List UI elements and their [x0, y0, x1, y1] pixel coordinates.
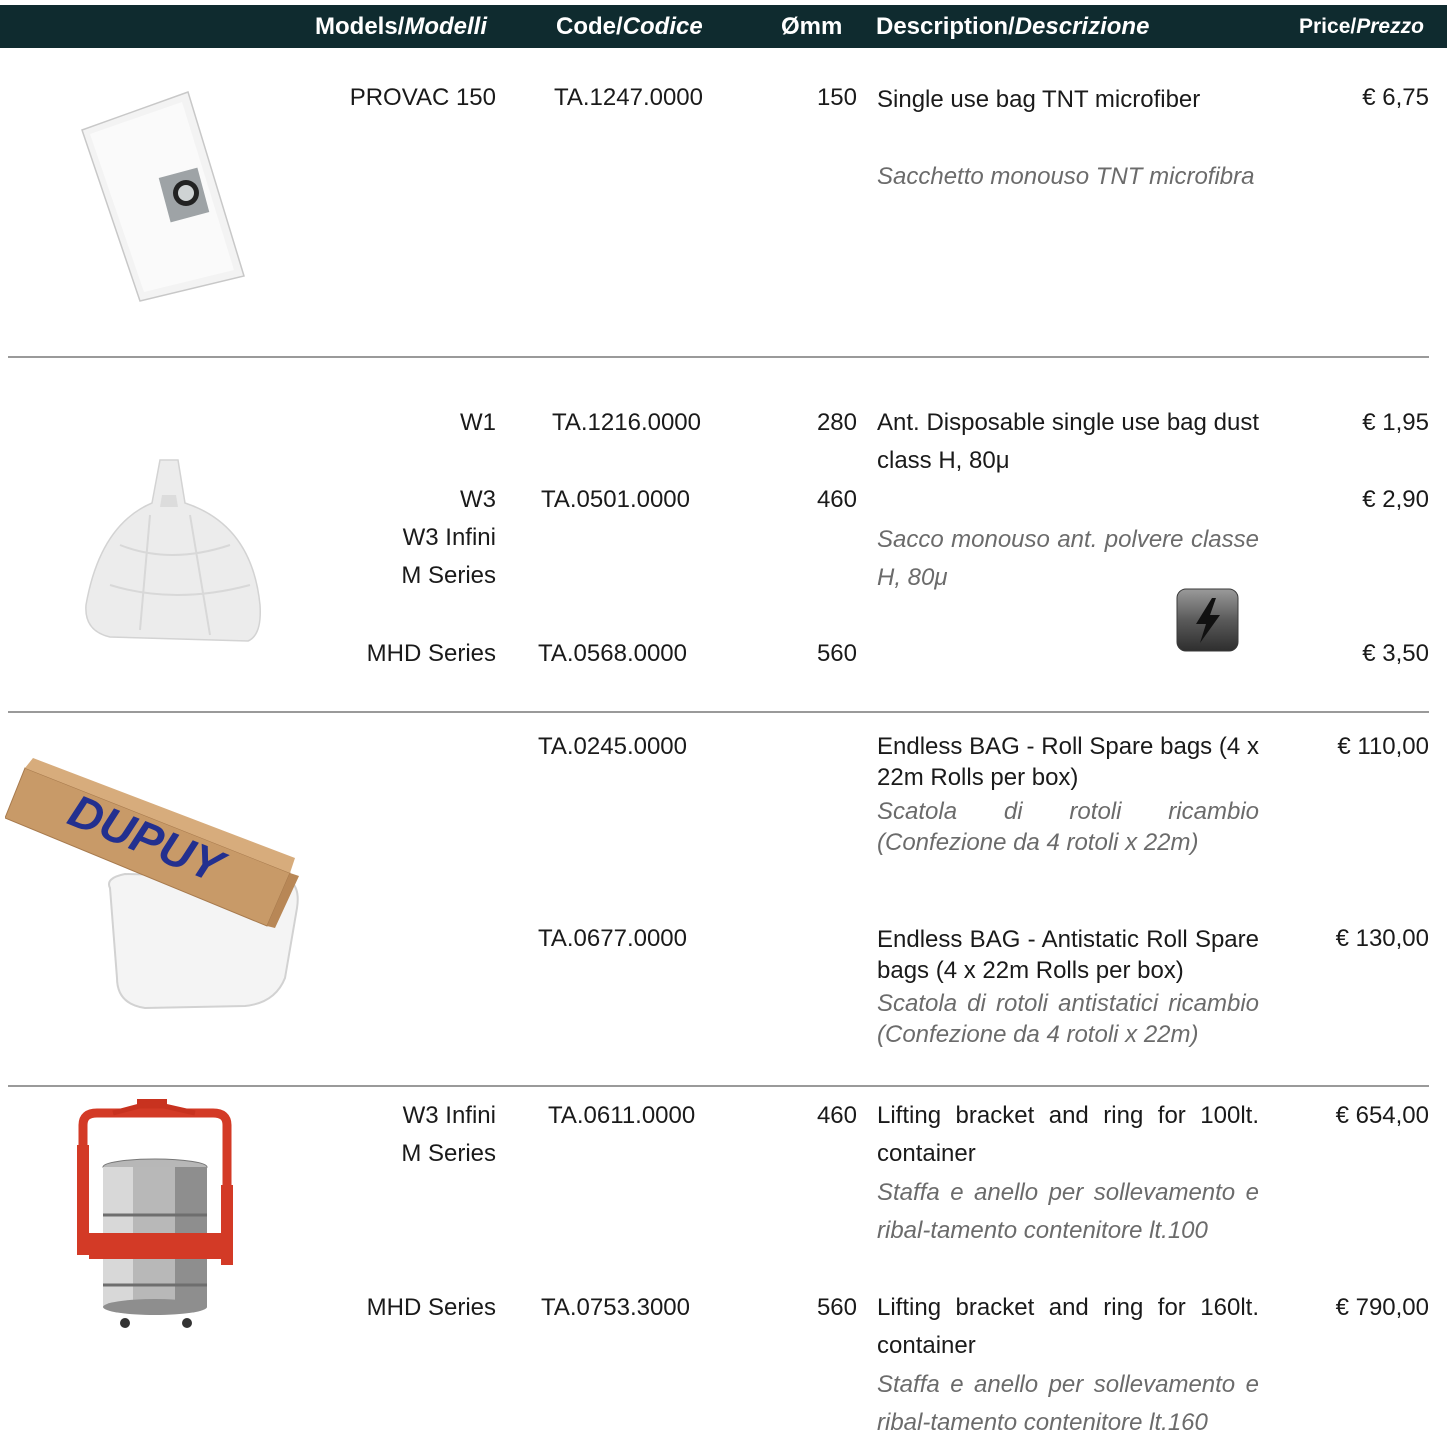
description-it: Sacchetto monouso TNT microfibra [877, 163, 1255, 190]
description-it: Scatola di rotoli antistatici ricambio (… [877, 990, 1259, 1048]
model-name: W3 [460, 486, 496, 513]
diameter: 460 [816, 1102, 857, 1129]
header-code: Code/Codice [556, 13, 703, 40]
lifting-bracket-image [77, 1099, 233, 1328]
product-code: TA.0568.0000 [538, 640, 688, 667]
description-en: Ant. Disposable single use bag dust clas… [877, 409, 1259, 474]
price: € 3,50 [1362, 640, 1429, 667]
price: € 1,95 [1362, 409, 1429, 436]
description-it: Scatola di rotoli ricambio (Confezione d… [877, 798, 1259, 856]
diameter: 560 [816, 640, 857, 667]
model-name: MHD Series [366, 1294, 496, 1321]
model-name: PROVAC 150 [349, 84, 496, 111]
row-separator [8, 1085, 1429, 1087]
price: € 110,00 [1337, 733, 1429, 760]
product-code: TA.0753.3000 [541, 1294, 691, 1321]
diameter: 460 [816, 486, 857, 513]
header-models: Models/Modelli [315, 13, 488, 40]
product-code: TA.1216.0000 [552, 409, 702, 436]
table-header: Models/Modelli Code/Codice Ømm Descripti… [0, 5, 1447, 48]
product-code: TA.1247.0000 [554, 84, 704, 111]
header-diameter: Ømm [781, 13, 843, 40]
model-name: W3 Infini [402, 1102, 496, 1129]
product-code: TA.0501.0000 [541, 486, 691, 513]
row-separator [8, 356, 1429, 358]
plastic-bag-image [85, 459, 261, 642]
model-name: MHD Series [366, 640, 496, 667]
tnt-bag-image [81, 91, 245, 302]
row-separator [8, 711, 1429, 713]
description-en: Lifting bracket and ring for 160lt. cont… [877, 1294, 1259, 1359]
model-name: M Series [401, 1140, 496, 1167]
price: € 654,00 [1335, 1102, 1429, 1129]
description-en: Lifting bracket and ring for 100lt. cont… [877, 1102, 1259, 1167]
price: € 2,90 [1362, 486, 1429, 513]
product-code: TA.0611.0000 [548, 1102, 696, 1129]
description-en: Single use bag TNT microfiber [877, 86, 1201, 113]
description-it: Staffa e anello per sollevamento e ribal… [877, 1179, 1259, 1244]
model-name: W3 Infini [402, 524, 496, 551]
description-en: Endless BAG - Antistatic Roll Spare bags… [877, 926, 1259, 984]
header-price: Price/Prezzo [1299, 15, 1424, 38]
product-code: TA.0245.0000 [538, 733, 688, 760]
price: € 130,00 [1335, 925, 1429, 952]
price: € 790,00 [1335, 1294, 1429, 1321]
model-name: W1 [460, 409, 496, 436]
diameter: 280 [816, 409, 857, 436]
model-name: M Series [401, 562, 496, 589]
description-it: Sacco monouso ant. polvere classe H, 80μ [877, 526, 1259, 591]
header-description: Description/Descrizione [876, 13, 1150, 40]
lightning-icon [1176, 588, 1239, 652]
product-code: TA.0677.0000 [538, 925, 688, 952]
diameter: 150 [816, 84, 857, 111]
description-it: Staffa e anello per sollevamento e ribal… [877, 1371, 1259, 1436]
endless-bag-box-image: DUPUY [5, 758, 299, 1010]
diameter: 560 [816, 1294, 857, 1321]
price: € 6,75 [1362, 84, 1429, 111]
description-en: Endless BAG - Roll Spare bags (4 x 22m R… [877, 733, 1259, 791]
